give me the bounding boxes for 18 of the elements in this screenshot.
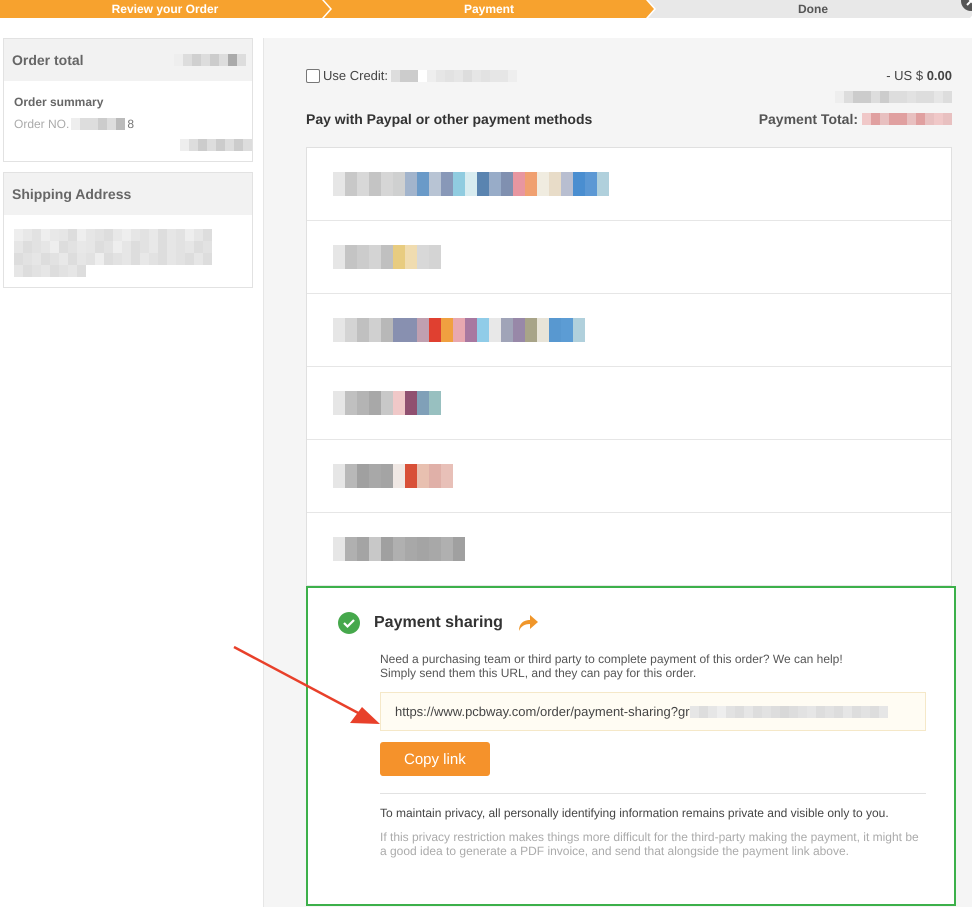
url-field[interactable]: https://www.pcbway.com/order/payment-sharing?gr [380, 692, 926, 731]
sharing-description: Need a purchasing team or third party to complete payment of this order? We can help! Simply send them this URL, and they can pay for this order. [380, 652, 844, 680]
privacy-text: To maintain privacy, all personally identifying information remains private and visible only to you. [380, 806, 890, 820]
credit-label: Use Credit: [323, 68, 388, 83]
panel-title: Payment sharing [374, 614, 503, 632]
progress-step: Payment [324, 0, 654, 18]
order-number-end: 8 [127, 117, 134, 131]
payment-total-label: Payment Total: [758, 111, 858, 127]
card-title: Order total [12, 52, 84, 68]
payment-methods-heading: Pay with Paypal or other payment methods [306, 111, 592, 127]
card-title: Shipping Address [12, 186, 132, 202]
privacy-note: If this privacy restriction makes things more difficult for the third-party making the payment, it might be a good idea to generate a PDF invoice, and send that alongside the payment link above. [380, 830, 920, 858]
credit-amount: - US $ 0.00 [886, 68, 952, 83]
section-title: Order summary [14, 95, 104, 109]
order-number-label: Order NO. [14, 117, 70, 131]
progress-step: Review your Order [0, 0, 330, 18]
url-text: https://www.pcbway.com/order/payment-sharing?gr [395, 704, 690, 719]
progress-step: Done [648, 0, 972, 18]
